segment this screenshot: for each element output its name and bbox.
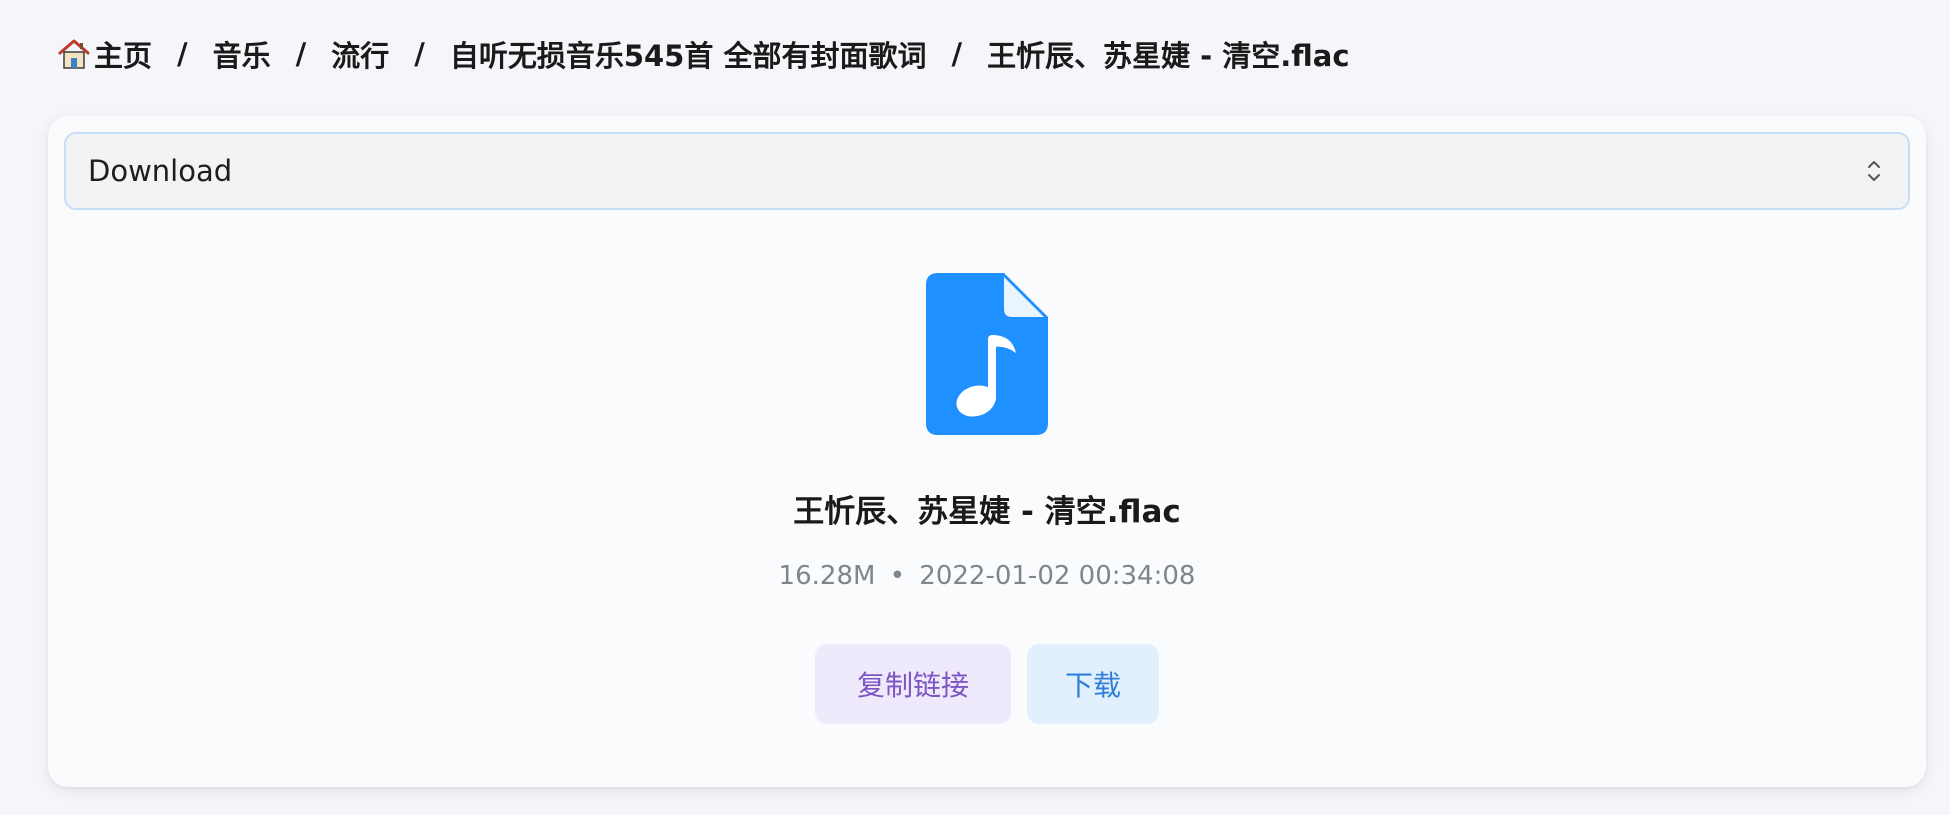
meta-separator: • xyxy=(889,561,906,591)
chevron-up-down-icon xyxy=(1868,161,1880,181)
breadcrumb-separator: / xyxy=(177,37,188,71)
file-meta: 16.28M • 2022-01-02 00:34:08 xyxy=(48,561,1926,591)
home-icon xyxy=(58,39,90,69)
file-name: 王忻辰、苏星婕 - 清空.flac xyxy=(793,494,1181,530)
music-file-icon xyxy=(926,273,1048,435)
breadcrumb-item-music[interactable]: 音乐 xyxy=(213,33,271,75)
file-size: 16.28M xyxy=(778,561,876,591)
file-preview-card: Download 王忻辰、苏星婕 - 清空.flac 16.28M • 2022… xyxy=(48,116,1926,787)
breadcrumb: 主页 / 音乐 / 流行 / 自听无损音乐545首 全部有封面歌词 / 王忻辰、… xyxy=(56,32,1350,76)
breadcrumb-separator: / xyxy=(951,37,963,71)
view-mode-select[interactable]: Download xyxy=(64,132,1910,210)
copy-link-button[interactable]: 复制链接 xyxy=(815,644,1011,724)
file-actions: 复制链接 下载 xyxy=(48,644,1926,724)
download-button[interactable]: 下载 xyxy=(1027,644,1159,724)
breadcrumb-separator: / xyxy=(295,37,307,71)
breadcrumb-item-pop[interactable]: 流行 xyxy=(331,33,389,75)
breadcrumb-item-home[interactable]: 主页 xyxy=(56,33,152,75)
view-mode-select-value: Download xyxy=(88,154,233,188)
breadcrumb-separator: / xyxy=(414,37,425,71)
file-modified-date: 2022-01-02 00:34:08 xyxy=(919,561,1196,591)
breadcrumb-item-folder[interactable]: 自听无损音乐545首 全部有封面歌词 xyxy=(450,33,927,75)
breadcrumb-label-home: 主页 xyxy=(94,39,153,73)
breadcrumb-item-current-file[interactable]: 王忻辰、苏星婕 - 清空.flac xyxy=(987,33,1350,75)
